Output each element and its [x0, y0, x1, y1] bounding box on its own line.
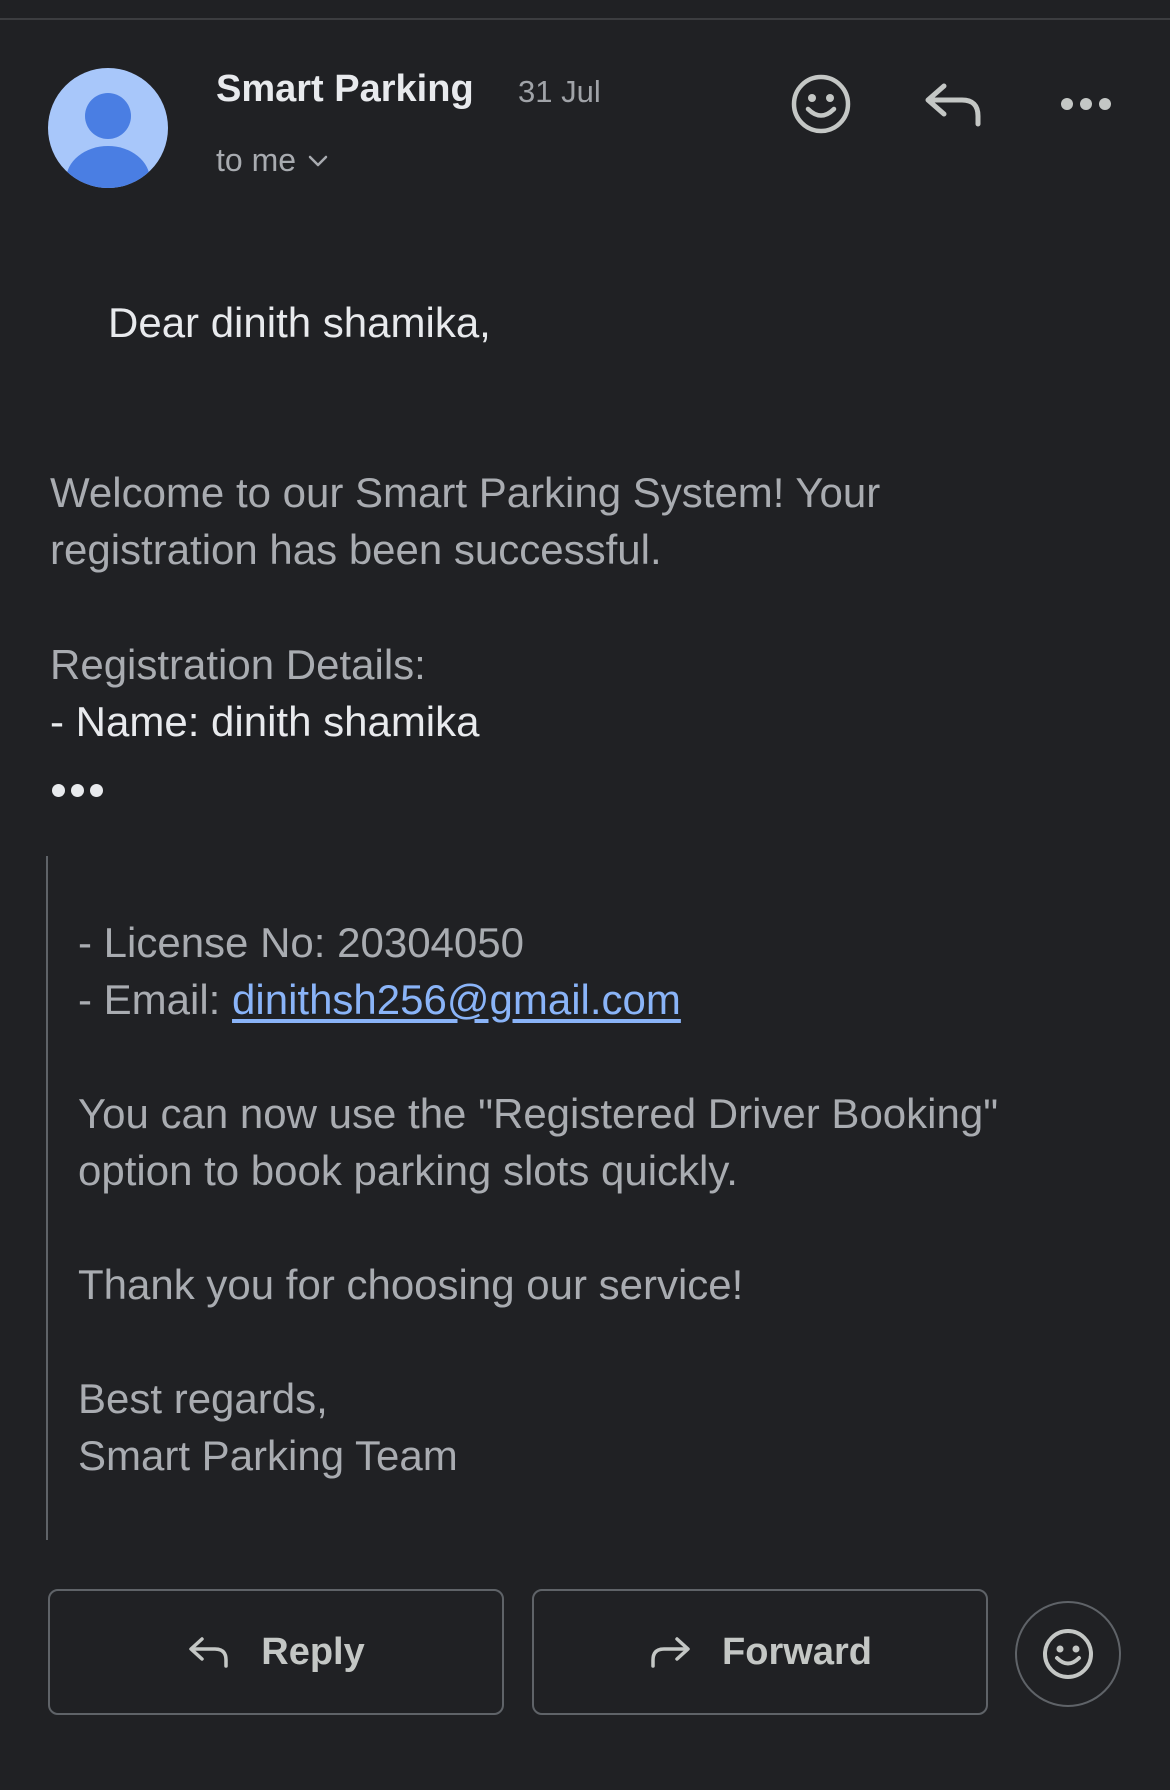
add-reaction-icon — [1043, 1629, 1093, 1679]
email-label: - Email: — [78, 976, 233, 1023]
recipient-toggle[interactable]: to me — [216, 142, 330, 179]
chevron-down-icon — [308, 155, 328, 166]
add-reaction-button[interactable] — [785, 68, 857, 140]
show-trimmed-content-button[interactable] — [52, 784, 103, 797]
forward-button[interactable]: Forward — [532, 1589, 988, 1715]
signature-text: Smart Parking Team — [78, 1432, 458, 1479]
name-detail: - Name: dinith shamika — [50, 698, 480, 745]
welcome-text: Welcome to our Smart Parking System! You… — [50, 464, 880, 578]
quoted-text-bar — [46, 856, 48, 1540]
thanks-text: Thank you for choosing our service! — [78, 1261, 744, 1308]
regards-text: Best regards, — [78, 1375, 328, 1422]
dot — [52, 784, 65, 797]
avatar-person-icon — [66, 93, 150, 188]
dot — [90, 784, 103, 797]
reply-button[interactable]: Reply — [48, 1589, 504, 1715]
email-detail: - Email: dinithsh256@gmail.com — [78, 971, 681, 1028]
license-detail: - License No: 20304050 — [78, 919, 524, 966]
registration-details-heading: Registration Details: — [50, 641, 426, 688]
top-divider — [0, 18, 1170, 20]
more-options-button[interactable] — [1050, 68, 1122, 140]
more-options-icon — [1061, 98, 1111, 110]
message-date: 31 Jul — [518, 74, 601, 109]
recipient-label: to me — [216, 142, 297, 178]
welcome-line: registration has been successful. — [50, 526, 662, 573]
email-link[interactable]: dinithsh256@gmail.com — [232, 976, 681, 1023]
welcome-line: Welcome to our Smart Parking System! You… — [50, 469, 881, 516]
add-reaction-icon — [791, 74, 851, 134]
forward-label: Forward — [722, 1630, 872, 1673]
add-reaction-bottom-button[interactable] — [1015, 1601, 1121, 1707]
reply-header-button[interactable] — [918, 68, 990, 140]
sender-name[interactable]: Smart Parking — [216, 68, 474, 111]
reply-icon — [189, 1637, 228, 1668]
forward-icon — [651, 1637, 690, 1668]
greeting-text: Dear dinith shamika, — [108, 299, 491, 346]
sender-avatar[interactable] — [48, 68, 168, 188]
reply-icon — [925, 83, 981, 127]
dot — [71, 784, 84, 797]
reply-label: Reply — [261, 1630, 365, 1673]
usage-line: option to book parking slots quickly. — [78, 1147, 738, 1194]
usage-line: You can now use the "Registered Driver B… — [78, 1090, 999, 1137]
